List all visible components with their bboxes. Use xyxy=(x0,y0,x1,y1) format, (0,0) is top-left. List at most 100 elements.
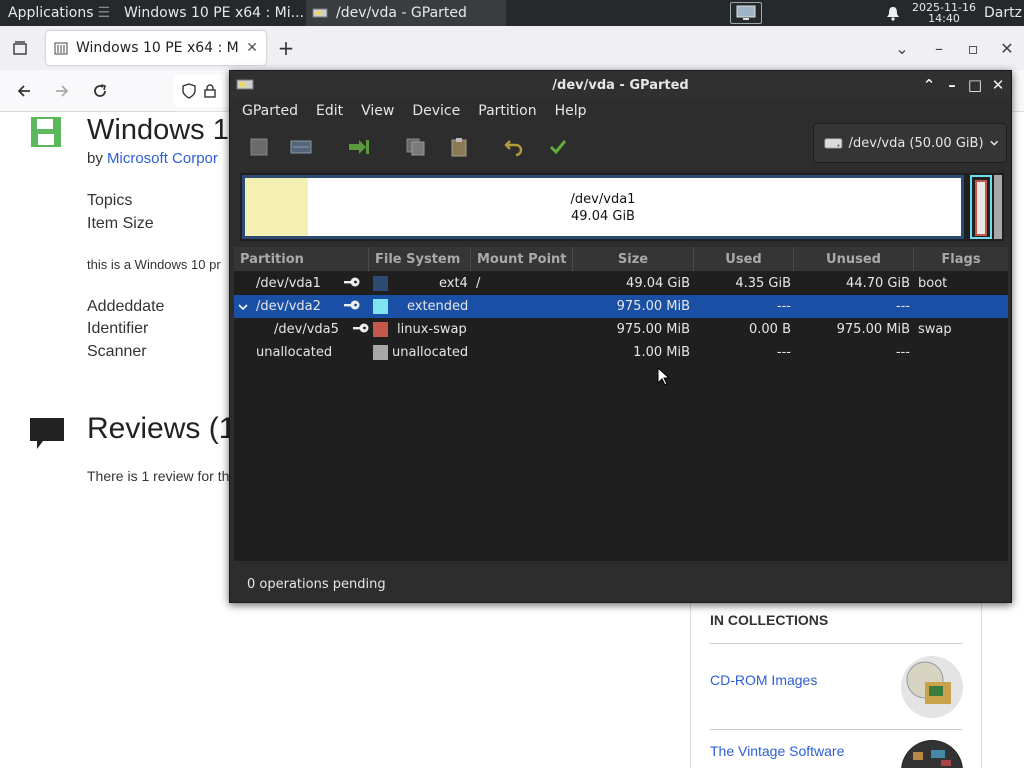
partition-map-swap[interactable] xyxy=(975,180,987,236)
applications-menu[interactable]: Applications ☰ xyxy=(0,0,110,26)
partition-map-name: /dev/vda1 xyxy=(570,192,636,207)
minimize-icon[interactable]: – xyxy=(922,39,956,58)
cell-filesystem: unallocated xyxy=(392,345,469,360)
tab-overflow-chevron-icon[interactable]: ⌄ xyxy=(882,39,922,58)
filesystem-color-swatch xyxy=(373,322,388,337)
cell-filesystem: ext4 xyxy=(439,276,468,291)
paste-button[interactable] xyxy=(445,133,473,161)
cell-partition: /dev/vda5 xyxy=(274,322,339,337)
column-header-mount-point[interactable]: Mount Point xyxy=(471,247,573,271)
collection-thumbnail[interactable] xyxy=(901,740,963,768)
applications-label: Applications xyxy=(8,5,94,21)
cell-unused: --- xyxy=(895,345,910,360)
shade-chevron-icon[interactable]: ⌃ xyxy=(919,75,939,95)
device-selector-label: /dev/vda (50.00 GiB) xyxy=(848,135,984,151)
partition-map-unallocated[interactable] xyxy=(994,175,1002,239)
taskbar-item-firefox[interactable]: Windows 10 PE x64 : Mi... xyxy=(110,0,306,26)
menu-edit[interactable]: Edit xyxy=(316,103,343,119)
taskbar-item-label: /dev/vda - GParted xyxy=(336,5,467,21)
speech-bubble-icon xyxy=(30,418,64,449)
clock[interactable]: 2025-11-16 14:40 xyxy=(904,2,984,24)
delete-partition-button[interactable] xyxy=(287,133,315,161)
close-window-icon[interactable]: ✕ xyxy=(990,39,1024,58)
device-selector[interactable]: /dev/vda (50.00 GiB) xyxy=(813,123,1007,163)
undo-button[interactable] xyxy=(500,133,528,161)
browser-tab[interactable]: Windows 10 PE x64 : Mi ✕ xyxy=(46,31,266,65)
item-description: this is a Windows 10 pr xyxy=(87,257,221,272)
column-header-flags[interactable]: Flags xyxy=(914,247,1008,271)
window-title: /dev/vda - GParted xyxy=(552,77,689,93)
tab-title: Windows 10 PE x64 : Mi xyxy=(76,40,239,56)
user-menu[interactable]: Dartz xyxy=(984,5,1024,21)
new-partition-button[interactable] xyxy=(245,133,273,161)
menu-view[interactable]: View xyxy=(361,103,394,119)
meta-label-identifier: Identifier xyxy=(87,320,149,337)
divider xyxy=(710,729,962,730)
partition-map-size: 49.04 GiB xyxy=(571,209,635,224)
mouse-cursor-icon xyxy=(657,367,671,386)
chevron-down-icon xyxy=(989,140,998,146)
display-tray-icon[interactable] xyxy=(730,2,762,24)
cell-size: 49.04 GiB xyxy=(626,276,690,291)
menu-device[interactable]: Device xyxy=(412,103,460,119)
resize-move-button[interactable] xyxy=(345,133,373,161)
cell-size: 1.00 MiB xyxy=(633,345,690,360)
apply-button[interactable] xyxy=(544,133,572,161)
taskbar-item-label: Windows 10 PE x64 : Mi... xyxy=(124,5,304,21)
resize-arrow-icon xyxy=(349,140,369,154)
copy-icon xyxy=(406,138,425,156)
reviews-summary: There is 1 review for th xyxy=(87,468,230,484)
maximize-icon[interactable]: □ xyxy=(965,75,985,95)
notifications-icon[interactable] xyxy=(882,6,904,21)
cell-partition: /dev/vda1 xyxy=(256,276,321,291)
collection-link-vintage-software[interactable]: The Vintage Software xyxy=(710,743,844,759)
collection-thumbnail[interactable] xyxy=(901,656,963,718)
collections-panel: IN COLLECTIONS CD-ROM Images The Vintage… xyxy=(690,602,982,768)
gparted-titlebar[interactable]: /dev/vda - GParted ⌃ – □ ✕ xyxy=(230,71,1011,99)
menu-help[interactable]: Help xyxy=(555,103,587,119)
table-row[interactable]: /dev/vda2 extended 975.00 MiB --- --- xyxy=(234,295,1008,318)
reload-button[interactable] xyxy=(86,77,114,105)
cell-partition: unallocated xyxy=(256,345,333,360)
copy-button[interactable] xyxy=(402,133,430,161)
maximize-icon[interactable]: ▫ xyxy=(956,39,990,58)
menu-gparted[interactable]: GParted xyxy=(242,103,298,119)
taskbar-item-gparted[interactable]: /dev/vda - GParted xyxy=(306,0,506,26)
menu-partition[interactable]: Partition xyxy=(478,103,536,119)
collection-link-cdrom[interactable]: CD-ROM Images xyxy=(710,672,817,688)
column-header-filesystem[interactable]: File System xyxy=(369,247,471,271)
cell-used: 4.35 GiB xyxy=(735,276,791,291)
column-header-unused[interactable]: Unused xyxy=(794,247,914,271)
partition-map-extended[interactable] xyxy=(970,175,992,239)
cell-flags: swap xyxy=(918,322,952,337)
partition-map-vda1[interactable]: /dev/vda1 49.04 GiB xyxy=(242,175,964,239)
key-icon xyxy=(344,300,360,310)
top-panel: Applications ☰ Windows 10 PE x64 : Mi...… xyxy=(0,0,1024,26)
column-header-used[interactable]: Used xyxy=(694,247,794,271)
partition-table: Partition File System Mount Point Size U… xyxy=(234,247,1008,561)
back-button[interactable] xyxy=(10,77,38,105)
expander-chevron-icon[interactable] xyxy=(238,303,248,311)
url-bar[interactable] xyxy=(174,74,234,107)
close-tab-icon[interactable]: ✕ xyxy=(246,40,258,56)
cell-size: 975.00 MiB xyxy=(616,322,690,337)
monitor-icon xyxy=(736,5,756,20)
list-all-tabs-icon[interactable] xyxy=(0,40,40,56)
table-row[interactable]: /dev/vda5 linux-swap 975.00 MiB 0.00 B 9… xyxy=(234,318,1008,341)
new-tab-button[interactable]: + xyxy=(266,36,306,60)
table-row[interactable]: unallocated unallocated 1.00 MiB --- --- xyxy=(234,341,1008,364)
column-header-partition[interactable]: Partition xyxy=(234,247,369,271)
forward-button[interactable] xyxy=(48,77,76,105)
meta-label-item-size: Item Size xyxy=(87,215,154,232)
close-icon[interactable]: ✕ xyxy=(988,75,1008,95)
hard-drive-icon xyxy=(824,138,843,149)
cell-filesystem: linux-swap xyxy=(397,322,467,337)
gparted-window-icon xyxy=(236,79,254,90)
table-row[interactable]: /dev/vda1 ext4 / 49.04 GiB 4.35 GiB 44.7… xyxy=(234,272,1008,295)
gparted-icon xyxy=(312,8,328,18)
drive-delete-icon xyxy=(290,140,312,154)
author-link[interactable]: Microsoft Corpor xyxy=(107,150,218,167)
minimize-icon[interactable]: – xyxy=(942,75,962,95)
column-header-size[interactable]: Size xyxy=(573,247,694,271)
filesystem-color-swatch xyxy=(373,299,388,314)
